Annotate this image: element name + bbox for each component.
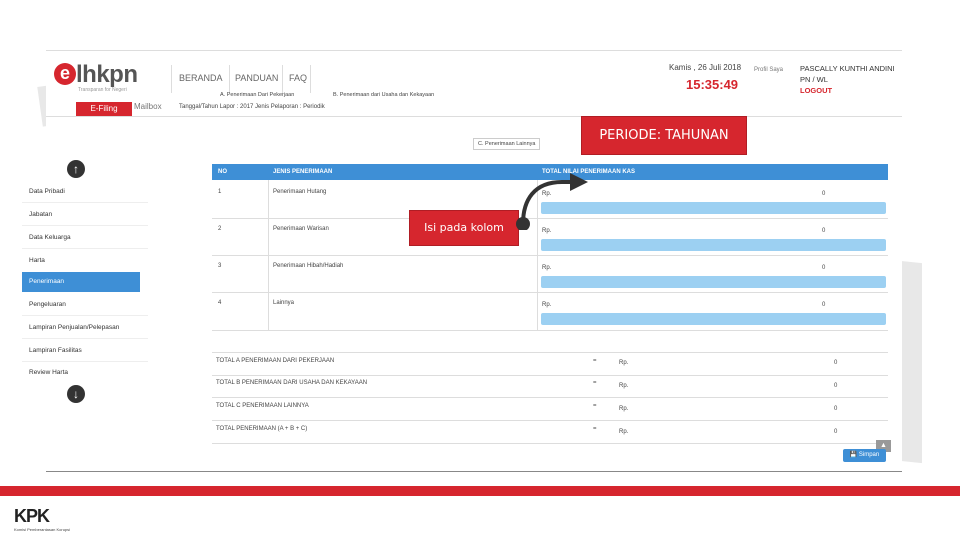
total-c-label: TOTAL C PENERIMAAN LAINNYA [216, 403, 309, 409]
total-c-eq: = [593, 403, 597, 409]
efiling-tab[interactable]: E-Filing [76, 102, 132, 116]
sidebar-divider [22, 315, 148, 316]
table-row-2-jenis: Penerimaan Warisan [273, 226, 329, 232]
app-tagline: Transparan for Negeri [78, 87, 127, 93]
totals-divider [212, 397, 888, 398]
table-row-divider [212, 292, 888, 293]
nav-beranda[interactable]: BERANDA [179, 73, 223, 83]
subnav-divider [46, 116, 902, 117]
total-a-label: TOTAL A PENERIMAAN DARI PEKERJAAN [216, 358, 335, 364]
total-a-rp: Rp. [619, 360, 629, 366]
table-row-1-value: 0 [822, 191, 826, 197]
total-c-value: 0 [834, 406, 838, 412]
report-info: Tanggal/Tahun Lapor : 2017 Jenis Pelapor… [179, 104, 325, 110]
kpk-logo: KPK [14, 506, 50, 526]
sidebar-item-jabatan[interactable]: Jabatan [29, 211, 52, 218]
table-row-4-input[interactable] [541, 313, 886, 325]
table-row-2-no: 2 [218, 226, 222, 232]
tab-penerimaan-pekerjaan[interactable]: A. Penerimaan Dari Pekerjaan [220, 92, 294, 98]
sidebar-item-data-pribadi[interactable]: Data Pribadi [29, 188, 65, 195]
total-penerimaan-eq: = [593, 426, 597, 432]
nav-divider [282, 65, 283, 93]
table-row-3-jenis: Penerimaan Hibah/Hadiah [273, 263, 344, 269]
sidebar-divider [22, 248, 148, 249]
total-c-rp: Rp. [619, 406, 629, 412]
table-row-4-no: 4 [218, 300, 222, 306]
simpan-button[interactable]: 💾 Simpan [843, 449, 886, 462]
nav-divider [229, 65, 230, 93]
scroll-up-arrow-icon[interactable]: ↑ [67, 160, 85, 178]
tab-penerimaan-lainnya[interactable]: C. Penerimaan Lainnya [473, 138, 541, 150]
table-row-3-value: 0 [822, 265, 826, 271]
sidebar-item-review-harta[interactable]: Review Harta [29, 369, 68, 376]
sidebar-divider [22, 338, 148, 339]
table-row-3-input[interactable] [541, 276, 886, 288]
table-row-4-rp: Rp. [542, 302, 552, 308]
total-b-value: 0 [834, 383, 838, 389]
header-no: NO [218, 169, 227, 175]
user-role: PN / WL [800, 75, 828, 84]
footer-red-bar [0, 486, 960, 496]
simpan-label: Simpan [858, 452, 880, 458]
total-b-rp: Rp. [619, 383, 629, 389]
total-penerimaan-rp: Rp. [619, 429, 629, 435]
sidebar-item-lampiran-fasilitas[interactable]: Lampiran Fasilitas [29, 347, 82, 354]
table-row-3-no: 3 [218, 263, 222, 269]
scroll-down-arrow-icon[interactable]: ↓ [67, 385, 85, 403]
mailbox-tab[interactable]: Mailbox [134, 102, 162, 111]
table-row-divider [212, 255, 888, 256]
sidebar-item-lampiran-penjualan[interactable]: Lampiran Penjualan/Pelepasan [29, 324, 119, 331]
sidebar-item-data-keluarga[interactable]: Data Keluarga [29, 234, 71, 241]
profile-link[interactable]: Profil Saya [754, 67, 783, 73]
current-time: 15:35:49 [686, 77, 739, 92]
current-date: Kamis , 26 Juli 2018 [669, 63, 742, 72]
table-row-1-jenis: Penerimaan Hutang [273, 189, 327, 195]
sidebar-divider [22, 361, 148, 362]
user-info: PASCALLY KUNTHI ANDINI PN / WL LOGOUT [800, 63, 895, 96]
total-penerimaan-label: TOTAL PENERIMAAN (A + B + C) [216, 426, 308, 432]
table-row-3-rp: Rp. [542, 265, 552, 271]
table-row-4-jenis: Lainnya [273, 300, 295, 306]
background-shape-right [900, 260, 922, 464]
tab-penerimaan-usaha[interactable]: B. Penerimaan dari Usaha dan Kekayaan [333, 92, 434, 98]
table-row-divider [212, 330, 888, 331]
nav-divider [310, 65, 311, 93]
table-row-2-input[interactable] [541, 239, 886, 251]
total-b-label: TOTAL B PENERIMAAN DARI USAHA DAN KEKAYA… [216, 380, 368, 386]
app-logo: lhkpn [76, 61, 138, 88]
totals-divider [212, 352, 888, 353]
sidebar-item-pengeluaran[interactable]: Pengeluaran [29, 301, 66, 308]
elhkpn-logo-icon: e [54, 63, 76, 85]
total-penerimaan-value: 0 [834, 429, 838, 435]
total-a-eq: = [593, 358, 597, 364]
total-b-eq: = [593, 380, 597, 386]
table-row-2-value: 0 [822, 228, 826, 234]
nav-faq[interactable]: FAQ [289, 73, 307, 83]
nav-panduan[interactable]: PANDUAN [235, 73, 278, 83]
logout-link[interactable]: LOGOUT [800, 85, 895, 96]
sidebar-item-harta[interactable]: Harta [29, 257, 45, 264]
sidebar-divider [22, 225, 148, 226]
user-name: PASCALLY KUNTHI ANDINI [800, 64, 895, 73]
sidebar-divider [22, 202, 148, 203]
header-jenis: JENIS PENERIMAAN [273, 169, 333, 175]
table-row-4-value: 0 [822, 302, 826, 308]
total-a-value: 0 [834, 360, 838, 366]
kpk-tagline: Komisi Pemberantasan Korupsi [14, 527, 71, 532]
sidebar-item-penerimaan[interactable]: Penerimaan [22, 272, 140, 292]
nav-divider [171, 65, 172, 93]
totals-divider [212, 420, 888, 421]
callout-isi-kolom: Isi pada kolom [409, 210, 519, 246]
elhkpn-screen: e lhkpn Transparan for Negeri BERANDA PA… [46, 50, 902, 472]
totals-divider [212, 443, 888, 444]
totals-divider [212, 375, 888, 376]
connector-arrow-icon [516, 173, 588, 230]
callout-periode: PERIODE: TAHUNAN [581, 116, 747, 155]
table-row-1-no: 1 [218, 189, 222, 195]
